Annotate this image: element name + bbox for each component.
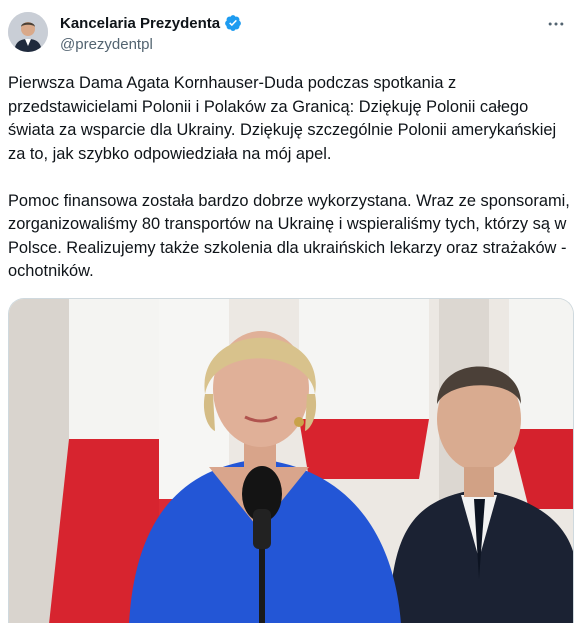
author-name[interactable]: Kancelaria Prezydenta [60,15,220,32]
tweet-paragraph-2: Pomoc finansowa została bardzo dobrze wy… [8,191,570,281]
avatar-image [8,12,48,52]
tweet: Kancelaria Prezydenta @prezydentpl Pierw… [0,0,580,623]
author-avatar[interactable] [8,12,48,52]
author-name-row: Kancelaria Prezydenta [60,13,242,33]
more-options-icon[interactable] [544,12,568,36]
author-handle[interactable]: @prezydentpl [60,35,242,55]
verified-badge-icon [224,14,242,32]
tweet-photo[interactable] [8,298,574,623]
tweet-text: Pierwsza Dama Agata Kornhauser-Duda podc… [8,72,574,284]
photo-image [9,299,573,623]
author-info: Kancelaria Prezydenta @prezydentpl [60,13,242,55]
tweet-paragraph-1: Pierwsza Dama Agata Kornhauser-Duda podc… [8,74,557,163]
